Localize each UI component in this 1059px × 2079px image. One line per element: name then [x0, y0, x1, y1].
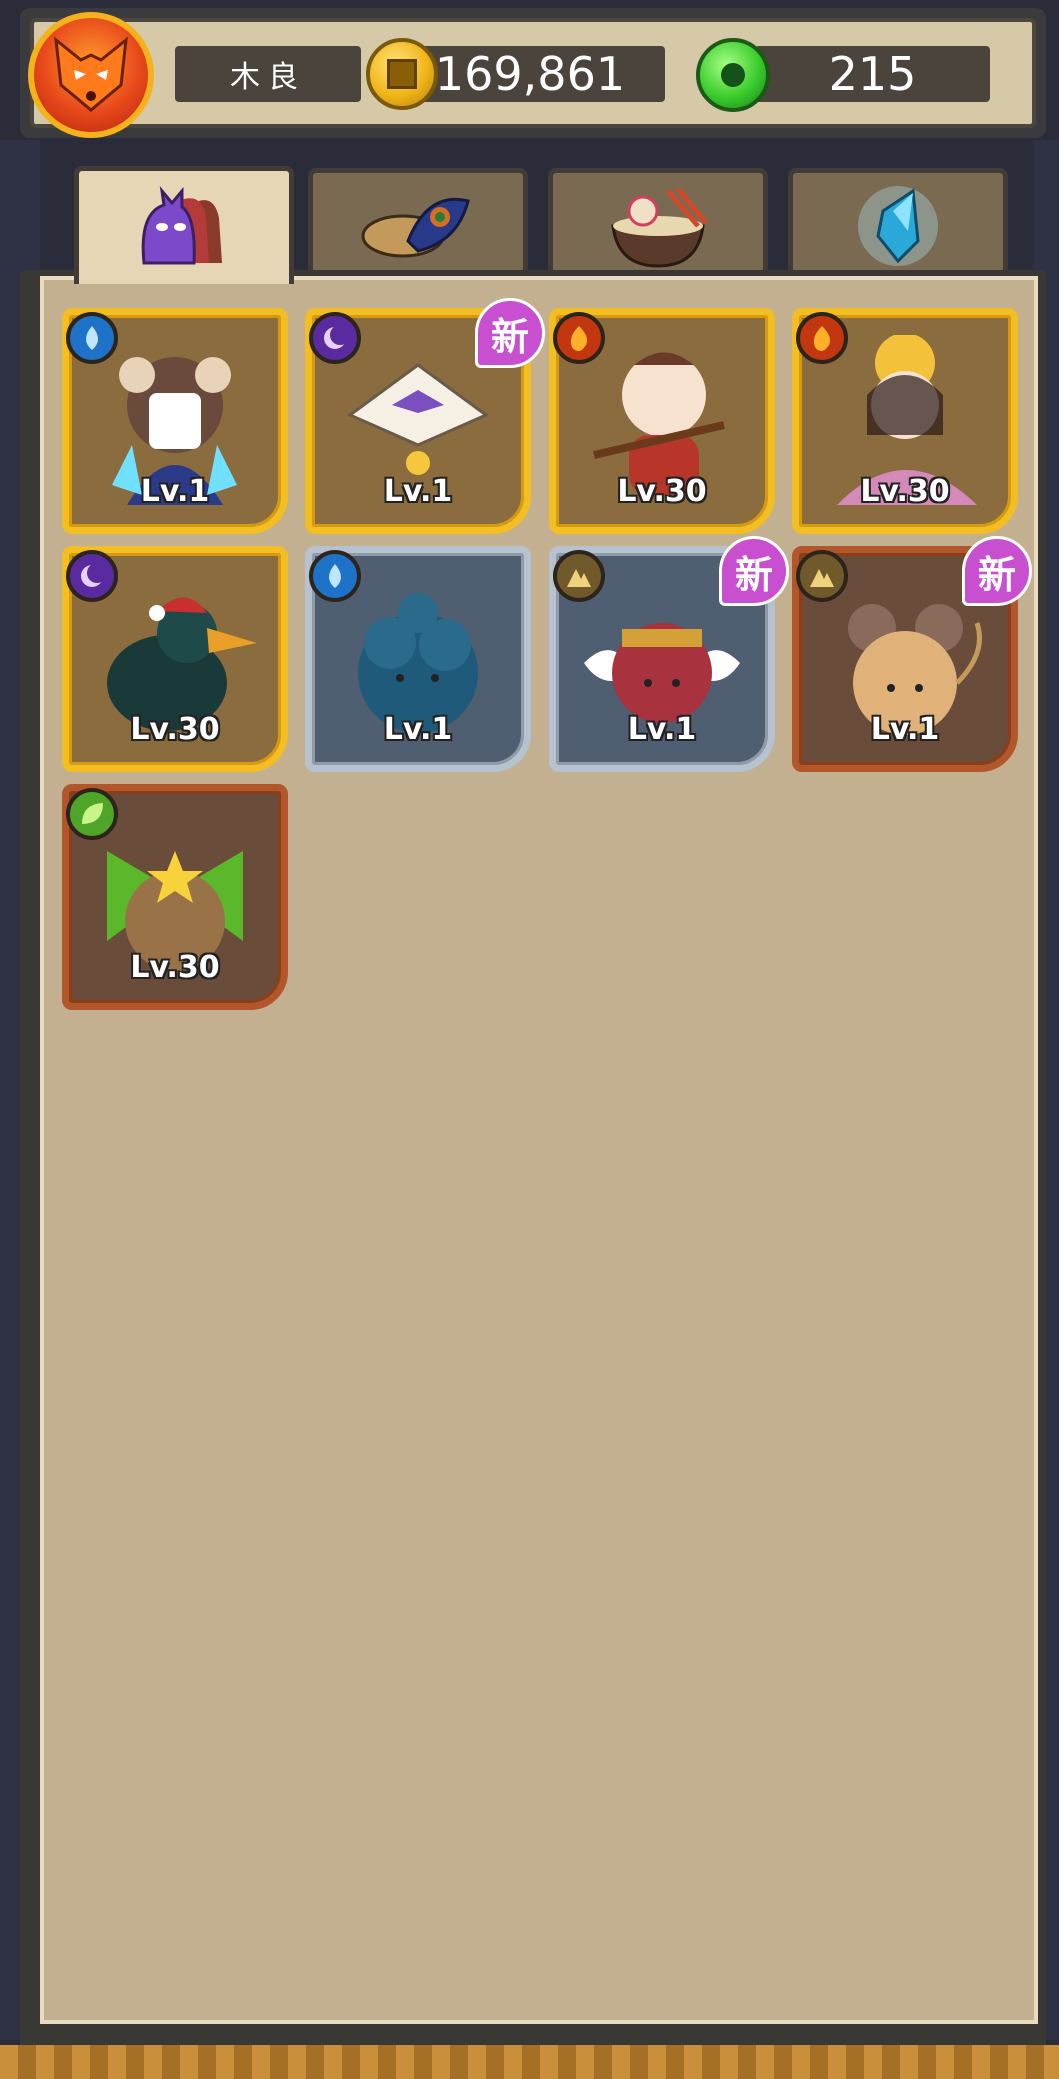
card-level: Lv.30 [860, 474, 950, 509]
fire-element-icon [796, 312, 848, 364]
card-level: Lv.30 [130, 950, 220, 985]
grass-element-icon [66, 788, 118, 840]
dark-element-icon [66, 550, 118, 602]
fox-mask-icon [54, 36, 128, 112]
tab-equipment[interactable] [308, 168, 528, 278]
gem-count: 215 [755, 46, 990, 102]
player-avatar[interactable] [28, 12, 154, 138]
earth-element-icon [553, 550, 605, 602]
inventory-panel [40, 276, 1038, 2024]
earth-element-icon [796, 550, 848, 602]
jade-gem-icon [696, 38, 770, 112]
player-name: 木良 [175, 46, 361, 102]
new-badge: 新 [962, 536, 1032, 606]
coin-icon [366, 38, 438, 110]
water-element-icon [66, 312, 118, 364]
food-bowl-icon [611, 186, 708, 268]
monster-icon [141, 185, 222, 264]
dark-element-icon [309, 312, 361, 364]
bottom-decorative-strip [0, 2045, 1059, 2079]
tab-monsters[interactable] [74, 166, 294, 284]
feather-log-icon [361, 197, 470, 257]
card-level: Lv.30 [130, 712, 220, 747]
card-level: Lv.1 [383, 474, 453, 509]
card-level: Lv.1 [870, 712, 940, 747]
tab-food[interactable] [548, 168, 768, 278]
crystal-icon [858, 185, 938, 266]
card-level: Lv.1 [383, 712, 453, 747]
card-level: Lv.1 [140, 474, 210, 509]
new-badge: 新 [475, 298, 545, 368]
tab-crystals[interactable] [788, 168, 1008, 278]
card-level: Lv.30 [617, 474, 707, 509]
fire-element-icon [553, 312, 605, 364]
water-element-icon [309, 550, 361, 602]
card-level: Lv.1 [627, 712, 697, 747]
new-badge: 新 [719, 536, 789, 606]
